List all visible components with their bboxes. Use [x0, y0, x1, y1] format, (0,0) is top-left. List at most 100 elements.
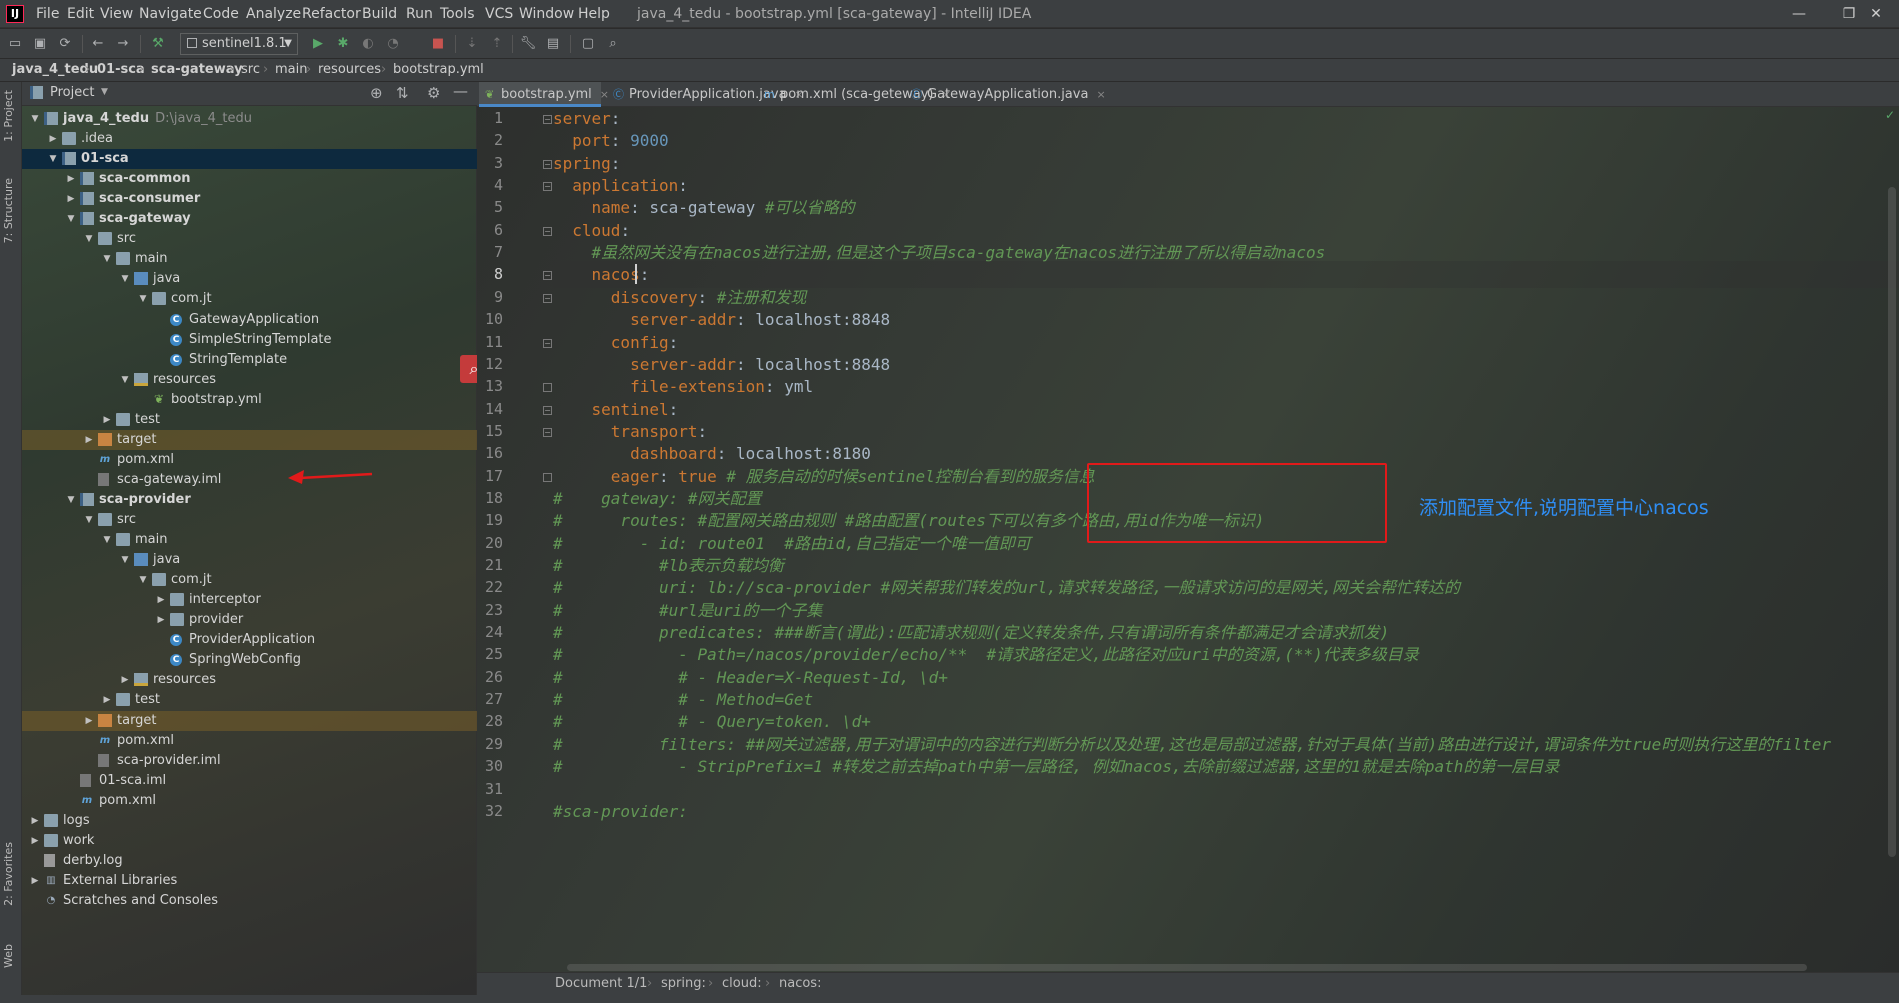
project-panel-title[interactable]: Project: [50, 85, 94, 100]
run-configuration-select[interactable]: sentinel1.8.1 ▼: [180, 33, 298, 55]
chevron-right-icon[interactable]: ▶: [48, 129, 58, 149]
chevron-right-icon[interactable]: ▶: [30, 811, 40, 831]
tree-item[interactable]: ▶ ▥ External Libraries: [22, 871, 477, 891]
chevron-down-icon[interactable]: ▼: [120, 550, 130, 570]
fold-marker-icon[interactable]: −: [543, 226, 552, 236]
build-hammer-icon[interactable]: ⚒: [148, 34, 168, 54]
chevron-right-icon[interactable]: ▶: [120, 670, 130, 690]
menu-code[interactable]: Code: [203, 6, 239, 22]
tree-item[interactable]: ▶ test: [22, 690, 477, 710]
coverage-icon[interactable]: ◐: [358, 34, 378, 54]
debug-icon[interactable]: ✱: [333, 34, 353, 54]
menu-refactor[interactable]: Refactor: [302, 6, 361, 22]
tree-item[interactable]: sca-gateway.iml: [22, 470, 477, 490]
tree-item[interactable]: ❦ bootstrap.yml: [22, 390, 477, 410]
close-window-button[interactable]: ✕: [1853, 2, 1899, 26]
chevron-down-icon[interactable]: ▼: [84, 229, 94, 249]
chevron-down-icon[interactable]: ▼: [84, 510, 94, 530]
breadcrumb-item[interactable]: 01-sca: [97, 62, 145, 77]
tree-item[interactable]: ▼ sca-provider: [22, 490, 477, 510]
editor-tab[interactable]: Ⓒ GatewayApplication.java ×: [905, 82, 1106, 107]
tree-item[interactable]: ▼ src: [22, 510, 477, 530]
tree-item[interactable]: ▶ resources: [22, 670, 477, 690]
breadcrumb-item[interactable]: src: [241, 62, 260, 77]
fold-marker-icon[interactable]: [543, 472, 552, 482]
tree-item[interactable]: ▼ resources: [22, 370, 477, 390]
breadcrumb-item[interactable]: bootstrap.yml: [393, 62, 484, 77]
settings-wrench-icon[interactable]: 🔧︎: [518, 34, 538, 54]
stop-icon[interactable]: ■: [428, 34, 448, 54]
fold-marker-icon[interactable]: −: [543, 427, 552, 437]
tree-item[interactable]: C ProviderApplication: [22, 630, 477, 650]
editor-tab[interactable]: Ⓒ ProviderApplication.java ×: [607, 82, 804, 107]
editor-tab[interactable]: m pom.xml (sca-geteway) ×: [758, 82, 951, 107]
hide-panel-icon[interactable]: —: [453, 82, 468, 100]
tree-item[interactable]: ▼ 01-sca: [22, 149, 477, 170]
vcs-commit-icon[interactable]: ⇡: [487, 34, 507, 54]
web-tool-tab[interactable]: Web: [2, 944, 15, 968]
horizontal-scrollbar[interactable]: [567, 964, 1807, 971]
tree-item[interactable]: C GatewayApplication: [22, 310, 477, 330]
tree-item[interactable]: derby.log: [22, 851, 477, 871]
tree-item[interactable]: ▶ logs: [22, 811, 477, 831]
inspection-ok-icon[interactable]: ✓: [1885, 108, 1895, 122]
chevron-right-icon[interactable]: ▶: [156, 590, 166, 610]
fold-marker-icon[interactable]: −: [543, 338, 552, 348]
chevron-down-icon[interactable]: ▼: [138, 289, 148, 309]
fold-marker-icon[interactable]: −: [543, 271, 552, 281]
tree-item[interactable]: ▶ interceptor: [22, 590, 477, 610]
tree-item[interactable]: m pom.xml: [22, 450, 477, 470]
fold-marker-icon[interactable]: −: [543, 293, 552, 303]
tree-item[interactable]: ▼ main: [22, 530, 477, 550]
menu-edit[interactable]: Edit: [67, 6, 94, 22]
menu-vcs[interactable]: VCS: [485, 6, 513, 22]
fold-marker-icon[interactable]: [543, 383, 552, 393]
gear-icon[interactable]: ⚙: [427, 84, 440, 102]
tree-item[interactable]: ▶ test: [22, 410, 477, 430]
tree-item[interactable]: ▼ java: [22, 269, 477, 289]
tree-item[interactable]: ▼ src: [22, 229, 477, 249]
tree-item[interactable]: ◔ Scratches and Consoles: [22, 891, 477, 911]
chevron-down-icon[interactable]: ▼: [66, 209, 76, 229]
chevron-right-icon[interactable]: ▶: [66, 189, 76, 209]
tree-item[interactable]: ▶ target: [22, 710, 477, 731]
chevron-down-icon[interactable]: ▼: [120, 370, 130, 390]
document-indicator[interactable]: Document 1/1: [555, 976, 647, 991]
run-icon[interactable]: ▶: [308, 34, 328, 54]
fold-marker-icon[interactable]: −: [543, 159, 552, 169]
search-everywhere-icon[interactable]: ⌕: [603, 34, 623, 54]
fold-marker-icon[interactable]: −: [543, 182, 552, 192]
chevron-right-icon[interactable]: ▶: [156, 610, 166, 630]
chevron-down-icon[interactable]: ▼: [102, 530, 112, 550]
tree-item[interactable]: m pom.xml: [22, 731, 477, 751]
chevron-right-icon[interactable]: ▶: [102, 690, 112, 710]
menu-navigate[interactable]: Navigate: [139, 6, 202, 22]
chevron-down-icon[interactable]: ▼: [48, 149, 58, 169]
chevron-down-icon[interactable]: ▼: [66, 490, 76, 510]
status-crumb-spring[interactable]: spring:: [661, 976, 706, 991]
breadcrumb-item[interactable]: resources: [318, 62, 381, 77]
chevron-down-icon[interactable]: ▼: [120, 269, 130, 289]
chevron-down-icon[interactable]: ▼: [101, 87, 108, 97]
breadcrumb-item[interactable]: main: [275, 62, 307, 77]
favorites-tool-tab[interactable]: 2: Favorites: [2, 842, 15, 906]
tree-item[interactable]: m pom.xml: [22, 791, 477, 811]
vertical-scrollbar[interactable]: [1888, 187, 1896, 857]
tree-item[interactable]: C SimpleStringTemplate: [22, 330, 477, 350]
chevron-right-icon[interactable]: ▶: [84, 430, 94, 450]
tree-item[interactable]: ▶ work: [22, 831, 477, 851]
chevron-down-icon[interactable]: ▼: [30, 109, 40, 129]
tree-item[interactable]: ▼ main: [22, 249, 477, 269]
tree-item[interactable]: sca-provider.iml: [22, 751, 477, 771]
locate-file-icon[interactable]: ⊕: [370, 84, 383, 102]
tree-item[interactable]: ▼ java_4_tedu D:\java_4_tedu: [22, 109, 477, 129]
sync-icon[interactable]: ⟳: [55, 34, 75, 54]
forward-icon[interactable]: →: [113, 34, 133, 54]
minimize-button[interactable]: —: [1776, 2, 1822, 26]
tree-item[interactable]: C StringTemplate: [22, 350, 477, 370]
project-tool-tab[interactable]: 1: Project: [2, 90, 15, 142]
editor-tab[interactable]: ❦ bootstrap.yml ×: [479, 82, 609, 107]
chevron-right-icon[interactable]: ▶: [102, 410, 112, 430]
tree-item[interactable]: 01-sca.iml: [22, 771, 477, 791]
chevron-down-icon[interactable]: ▼: [102, 249, 112, 269]
